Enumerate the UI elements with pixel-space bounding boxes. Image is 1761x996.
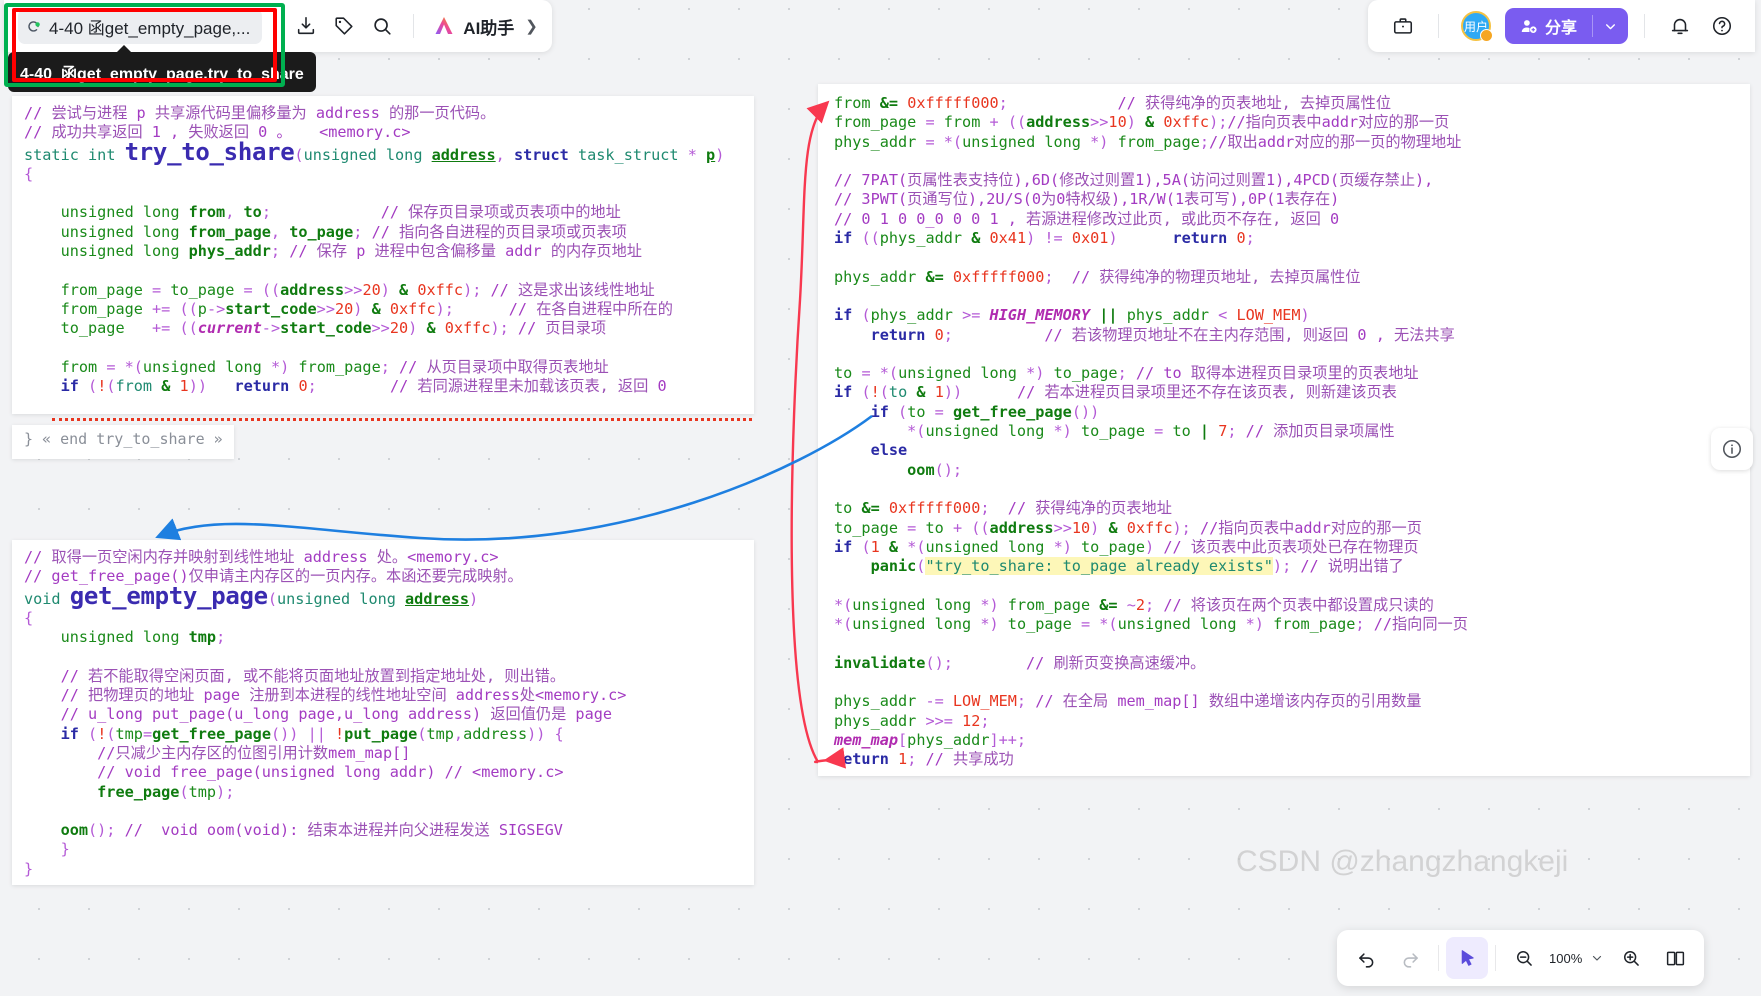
code-card-share-body[interactable]: from &= 0xfffff000; // 获得纯净的页表地址, 去掉页属性位… (818, 84, 1750, 776)
top-right-toolbar: 用户 分享 (1367, 0, 1755, 52)
fit-view-icon[interactable] (1654, 937, 1696, 979)
add-user-icon (1521, 19, 1537, 33)
divider (1438, 945, 1439, 971)
divider (1644, 14, 1645, 38)
divider (1495, 945, 1496, 971)
document-title-chip[interactable]: 4-40 函get_empty_page,... (18, 8, 263, 44)
sync-icon (26, 19, 41, 34)
share-button-main[interactable]: 分享 (1505, 14, 1592, 38)
export-icon[interactable] (287, 7, 325, 45)
watermark: CSDN @zhangzhangkeji (1236, 845, 1569, 878)
code-card-get-empty-page[interactable]: // 取得一页空闲内存并映射到线性地址 address 处。<memory.c>… (12, 540, 754, 885)
code-card-end-marker[interactable]: } « end try_to_share » (12, 425, 234, 459)
document-title: 4-40 函get_empty_page,... (49, 18, 251, 38)
help-icon[interactable] (1703, 7, 1741, 45)
code-block-try-to-share: // 尝试与进程 p 共享源代码里偏移量为 address 的那一页代码。 //… (24, 104, 725, 396)
redo-icon[interactable] (1389, 937, 1431, 979)
info-icon (1722, 439, 1742, 459)
tooltip-arrow (116, 45, 132, 53)
share-label: 分享 (1544, 20, 1577, 37)
end-marker-text: } « end try_to_share » (24, 430, 223, 448)
bell-icon[interactable] (1661, 7, 1699, 45)
share-button[interactable]: 分享 (1504, 8, 1628, 44)
avatar[interactable]: 用户 (1460, 11, 1493, 42)
bottom-toolbar: 100% (1337, 930, 1705, 986)
briefcase-icon[interactable] (1384, 7, 1422, 45)
undo-icon[interactable] (1345, 937, 1387, 979)
zoom-out-icon[interactable] (1503, 937, 1545, 979)
ai-assistant-button[interactable]: AI助手 ❯ (426, 10, 542, 43)
ai-logo-icon (435, 17, 453, 34)
zoom-level-label[interactable]: 100% (1547, 951, 1584, 966)
ai-assistant-label: AI助手 (463, 18, 515, 38)
search-icon[interactable] (363, 7, 401, 45)
dotted-separator (52, 418, 752, 421)
divider (413, 14, 415, 38)
vip-badge-icon (1479, 29, 1493, 42)
chevron-down-icon[interactable] (1593, 20, 1628, 33)
top-left-toolbar: 4-40 函get_empty_page,... AI助手 ❯ (4, 0, 552, 52)
divider (274, 14, 276, 38)
code-block-get-empty-page: // 取得一页空闲内存并映射到线性地址 address 处。<memory.c>… (24, 548, 627, 878)
chevron-right-icon[interactable]: ❯ (525, 17, 538, 35)
chevron-down-icon[interactable] (1586, 937, 1608, 979)
info-button[interactable] (1711, 428, 1753, 470)
divider (1437, 14, 1439, 38)
cursor-icon[interactable] (1446, 937, 1488, 979)
document-title-tooltip: 4-40 函get_empty_page,try_to_share (8, 45, 316, 92)
tag-icon[interactable] (325, 7, 363, 45)
code-block-share-body: from &= 0xfffff000; // 获得纯净的页表地址, 去掉页属性位… (834, 94, 1468, 769)
tooltip-title: 函get_empty_page,try_to_share (61, 66, 304, 83)
code-card-try-to-share[interactable]: // 尝试与进程 p 共享源代码里偏移量为 address 的那一页代码。 //… (12, 96, 754, 414)
tooltip-code: 4-40 (20, 66, 53, 83)
zoom-in-icon[interactable] (1610, 937, 1652, 979)
